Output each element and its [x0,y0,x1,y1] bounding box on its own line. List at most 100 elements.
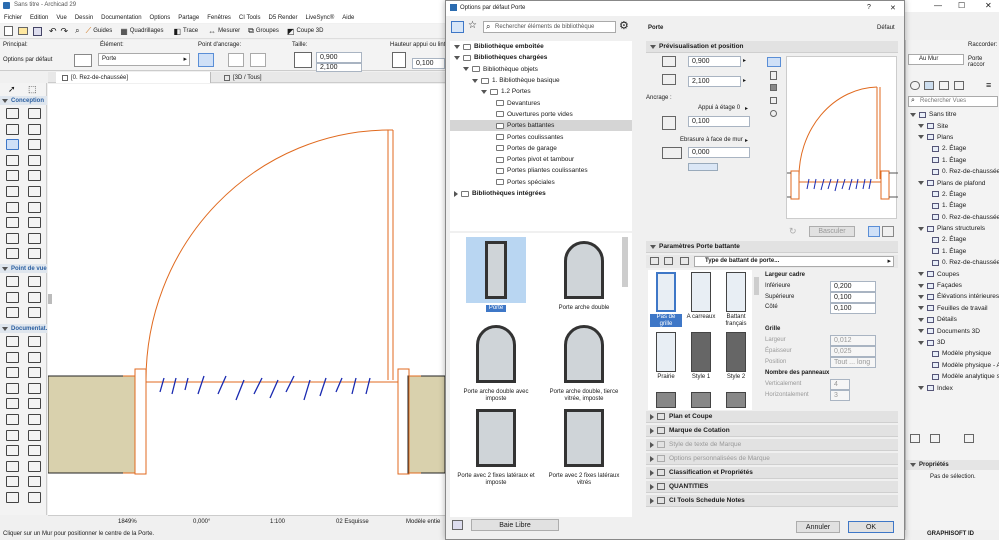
view-tree-item[interactable]: 0. Rez-de-chaussée [908,166,999,177]
params-tree-icon[interactable] [664,257,673,265]
info-preview-icon[interactable] [770,110,777,117]
door-closed-toggle-icon[interactable] [882,226,894,237]
appui-field[interactable]: 0,100 [412,58,445,69]
dialog-appui-field[interactable]: 0,100 [688,116,750,127]
expand-arrow-icon[interactable] [472,78,478,83]
dialog-height-field[interactable]: 2,100 [688,76,741,87]
preview-header[interactable]: Prévisualisation et position [646,41,898,53]
new-file-icon[interactable] [4,26,13,36]
list-preview-icon[interactable] [770,97,777,104]
library-tree-item[interactable]: Portes pliantes coulissantes [450,165,632,176]
type-battant-dropdown[interactable]: Type de battant de porte... ▸ [694,256,894,267]
width-field[interactable]: 0,900 [316,52,362,63]
settings-section-header[interactable]: Plan et Coupe [646,411,898,423]
library-tree-item[interactable]: Portes battantes [450,120,632,132]
mesurer-button[interactable]: Mesurer [218,28,240,34]
tool-icon[interactable] [28,336,41,347]
tool-icon[interactable] [28,445,41,457]
expand-arrow-icon[interactable] [918,317,924,322]
ebrasure-dropdown-icon[interactable]: ▸ [745,137,748,144]
folder-view-icon[interactable] [451,21,464,33]
esquisse-value[interactable]: 02 Esquisse [336,519,369,525]
tool-icon[interactable] [28,414,41,425]
view-tree-item[interactable]: Modèle physique - Axo [908,360,999,371]
position-field[interactable]: Tout ... long [830,357,876,368]
angle-value[interactable]: 0,000° [193,519,210,525]
tool-icon[interactable] [28,186,41,197]
horizontalement-field[interactable]: 3 [830,390,850,401]
expand-arrow-icon[interactable] [454,44,460,49]
view-tree-item[interactable]: 3D [908,337,999,348]
library-tree-item[interactable]: 1. Bibliothèque basique [450,75,632,86]
expand-arrow-icon[interactable] [454,55,460,60]
tool-icon[interactable] [28,429,41,441]
properties-button-icon[interactable] [910,434,920,443]
menu-dessin[interactable]: Dessin [75,15,93,21]
tool-icon[interactable] [28,232,41,244]
tool-icon[interactable] [28,248,41,260]
library-tree-item[interactable]: Bibliothèques intégrées [450,188,632,199]
tool-icon[interactable] [28,170,41,182]
settings-section-header[interactable]: CI Tools Schedule Notes [646,495,898,507]
tool-icon[interactable] [6,232,19,244]
settings-section-header[interactable]: Marque de Cotation [646,425,898,437]
save-icon[interactable] [33,26,42,36]
tool-icon[interactable] [6,248,19,260]
tool-icon[interactable] [6,154,19,166]
door-open-toggle-icon[interactable] [868,226,880,237]
scale-value[interactable]: 1:100 [270,519,285,525]
library-tree-item[interactable]: Portes pivot et tambour [450,154,632,165]
tool-icon[interactable] [6,291,19,303]
tool-icon[interactable] [6,351,19,363]
tool-icon[interactable] [6,139,19,151]
width-spinner-icon[interactable]: ▸ [743,57,746,64]
dialog-close-button[interactable]: ✕ [890,4,896,12]
settings-button-icon[interactable] [930,434,940,443]
ok-button[interactable]: OK [848,521,894,533]
menu-fenetres[interactable]: Fenêtres [207,15,231,21]
tool-icon[interactable] [28,382,41,394]
view-tree-item[interactable]: Modèle analytique stru [908,371,999,382]
section-point-de-vue[interactable]: Point de vue [0,264,47,273]
menu-vue[interactable]: Vue [56,15,66,21]
porte-raccor-value[interactable]: Porte raccor [968,56,999,68]
baie-libre-button[interactable]: Baie Libre [471,519,559,531]
menu-documentation[interactable]: Documentation [101,15,141,21]
door-style-option[interactable]: Prairie [650,332,682,390]
expand-arrow-icon[interactable] [918,306,924,311]
menu-icon[interactable]: ≡ [986,80,991,90]
expand-arrow-icon[interactable] [463,67,469,72]
tool-icon[interactable] [6,429,19,441]
more-styles-row[interactable] [656,392,748,408]
library-item[interactable]: Porte arche double avec imposte [454,321,538,402]
view-tree-item[interactable]: 2. Étage [908,143,999,154]
tool-icon[interactable] [6,186,19,197]
expand-arrow-icon[interactable] [918,181,924,186]
delete-icon[interactable] [964,434,974,443]
tool-icon[interactable] [6,492,19,503]
section-preview-icon[interactable] [770,71,777,80]
view-map-icon[interactable] [924,81,934,90]
zoom-value[interactable]: 1849% [118,519,137,525]
tab-plan[interactable]: [0. Rez-de-chaussée] [56,72,211,83]
door-style-option[interactable]: Style 2 [720,332,752,390]
tool-icon[interactable] [28,276,41,287]
library-tree-item[interactable]: Portes de garage [450,143,632,154]
settings-section-header[interactable]: QUANTITIES [646,481,898,493]
tool-icon[interactable] [28,108,41,119]
appui-dropdown-icon[interactable]: ▸ [745,105,748,112]
dialog-ebrasure-field[interactable]: 0,000 [688,147,750,158]
plan-preview-icon[interactable] [767,57,781,67]
zoom-icon[interactable]: ⌕ [75,26,79,36]
tool-icon[interactable] [6,276,19,287]
params-grid-icon[interactable] [680,257,689,265]
expand-arrow-icon[interactable] [918,283,924,288]
view-tree-item[interactable]: Documents 3D [908,325,999,336]
basculer-button[interactable]: Basculer [809,226,855,237]
redo-icon[interactable]: ↷ [61,26,69,37]
help-button[interactable]: ? [867,4,871,11]
marquee-tool-icon[interactable]: ⬚ [28,84,37,95]
view-tree-item[interactable]: Feuilles de travail [908,303,999,314]
menu-livesync[interactable]: LiveSync® [306,15,335,21]
view-tree-item[interactable]: Plans [908,132,999,143]
